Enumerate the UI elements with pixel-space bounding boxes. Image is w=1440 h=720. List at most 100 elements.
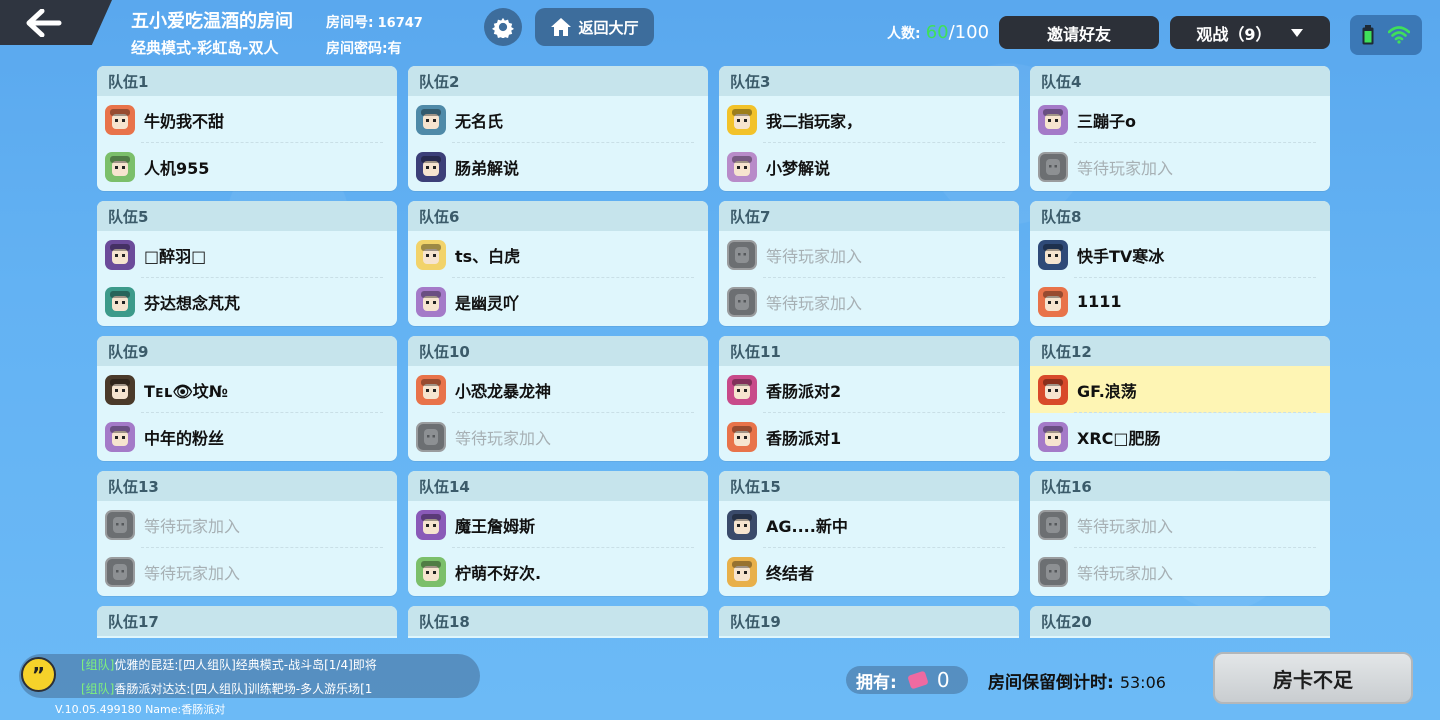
player-slot[interactable]: XRC□肥肠 bbox=[1030, 413, 1330, 460]
player-avatar bbox=[416, 374, 446, 405]
player-count-label: 人数: bbox=[887, 26, 921, 42]
player-name: 等待玩家加入 bbox=[144, 563, 241, 583]
player-name: 小梦解说 bbox=[766, 158, 831, 178]
team-label: 队伍4 bbox=[1030, 66, 1330, 96]
player-slot[interactable]: 快手TV寒冰 bbox=[1030, 231, 1330, 278]
chat-quote-icon[interactable]: ” bbox=[21, 657, 56, 692]
player-slot[interactable]: 终结者 bbox=[719, 548, 1019, 595]
player-slot[interactable]: 香肠派对1 bbox=[719, 413, 1019, 460]
empty-slot[interactable]: 等待玩家加入 bbox=[408, 413, 708, 460]
back-button[interactable] bbox=[0, 0, 112, 45]
team-label: 队伍17 bbox=[97, 606, 397, 636]
version-text: V.10.05.499180 Name:香肠派对 bbox=[55, 703, 226, 716]
chat-text: 香肠派对达达:[四人组队]训练靶场-多人游乐场[1 bbox=[114, 682, 373, 696]
invite-friends-button[interactable]: 邀请好友 bbox=[999, 16, 1159, 49]
player-name: 肠弟解说 bbox=[455, 158, 520, 178]
player-slot[interactable]: Tᴇʟ👁坟№ bbox=[97, 366, 397, 413]
player-name: 魔王詹姆斯 bbox=[455, 516, 536, 536]
empty-slot[interactable]: 等待玩家加入 bbox=[97, 501, 397, 548]
player-name: 三蹦子o bbox=[1077, 111, 1136, 131]
player-avatar bbox=[105, 421, 135, 452]
team-label: 队伍20 bbox=[1030, 606, 1330, 636]
team-label: 队伍11 bbox=[719, 336, 1019, 366]
player-count-max: /100 bbox=[948, 22, 990, 43]
empty-slot[interactable]: 等待玩家加入 bbox=[1030, 548, 1330, 595]
player-name: 芬达想念芃芃 bbox=[144, 293, 241, 313]
player-slot[interactable]: 柠萌不好次. bbox=[408, 548, 708, 595]
team-label: 队伍10 bbox=[408, 336, 708, 366]
own-count: 0 bbox=[936, 668, 950, 692]
team-label: 队伍8 bbox=[1030, 201, 1330, 231]
team-label: 队伍9 bbox=[97, 336, 397, 366]
ticket-icon bbox=[907, 670, 929, 690]
player-avatar bbox=[1038, 286, 1068, 317]
room-card-owned: 拥有: 0 bbox=[846, 666, 968, 694]
settings-button[interactable] bbox=[484, 8, 522, 46]
room-title: 五小爱吃温酒的房间 bbox=[131, 11, 293, 32]
player-avatar bbox=[1038, 421, 1068, 452]
player-slot[interactable]: 牛奶我不甜 bbox=[97, 96, 397, 143]
player-name: 等待玩家加入 bbox=[766, 246, 863, 266]
player-slot[interactable]: 肠弟解说 bbox=[408, 143, 708, 190]
room-password: 房间密码:有 bbox=[326, 41, 402, 57]
lobby-label: 返回大厅 bbox=[578, 18, 639, 37]
player-name: 快手TV寒冰 bbox=[1077, 246, 1165, 266]
team-grid: 队伍1 牛奶我不甜 人机955 队伍2 无名氏 肠弟解说 队伍3 我二指玩家， 小梦解说 队伍4 三… bbox=[0, 60, 1440, 638]
player-name: 等待玩家加入 bbox=[455, 428, 552, 448]
player-avatar bbox=[727, 374, 757, 405]
player-slot[interactable]: 魔王詹姆斯 bbox=[408, 501, 708, 548]
player-avatar bbox=[105, 286, 135, 317]
empty-avatar-icon bbox=[105, 509, 135, 540]
chat-message: [组队]优雅的昆廷:[四人组队]经典模式-战斗岛[1/4]即将 bbox=[81, 656, 476, 673]
player-avatar bbox=[727, 151, 757, 182]
back-arrow-icon bbox=[26, 8, 62, 37]
team-card: 队伍13 等待玩家加入 等待玩家加入 bbox=[97, 471, 397, 596]
empty-slot[interactable]: 等待玩家加入 bbox=[1030, 501, 1330, 548]
chat-message: [组队]香肠派对达达:[四人组队]训练靶场-多人游乐场[1 bbox=[81, 680, 476, 697]
team-label: 队伍6 bbox=[408, 201, 708, 231]
player-avatar bbox=[727, 104, 757, 135]
spectate-label: 观战（9） bbox=[1196, 24, 1272, 44]
insufficient-room-card-button[interactable]: 房卡不足 bbox=[1213, 652, 1413, 704]
player-name: 无名氏 bbox=[455, 111, 504, 131]
team-card: 队伍9 Tᴇʟ👁坟№ 中年的粉丝 bbox=[97, 336, 397, 461]
player-slot[interactable]: 我二指玩家， bbox=[719, 96, 1019, 143]
team-card: 队伍16 等待玩家加入 等待玩家加入 bbox=[1030, 471, 1330, 596]
player-name: 等待玩家加入 bbox=[1077, 563, 1174, 583]
empty-slot[interactable]: 等待玩家加入 bbox=[97, 548, 397, 595]
player-name: 人机955 bbox=[144, 158, 210, 178]
team-card: 队伍1 牛奶我不甜 人机955 bbox=[97, 66, 397, 191]
player-slot[interactable]: 小恐龙暴龙神 bbox=[408, 366, 708, 413]
player-slot[interactable]: 是幽灵吖 bbox=[408, 278, 708, 325]
empty-slot[interactable]: 等待玩家加入 bbox=[719, 231, 1019, 278]
player-slot[interactable]: 中年的粉丝 bbox=[97, 413, 397, 460]
player-slot[interactable]: 芬达想念芃芃 bbox=[97, 278, 397, 325]
player-slot[interactable]: 小梦解说 bbox=[719, 143, 1019, 190]
player-name: 我二指玩家， bbox=[766, 111, 863, 131]
player-slot[interactable]: 三蹦子o bbox=[1030, 96, 1330, 143]
player-slot[interactable]: 人机955 bbox=[97, 143, 397, 190]
player-avatar bbox=[727, 509, 757, 540]
player-avatar bbox=[416, 556, 446, 587]
empty-avatar-icon bbox=[416, 421, 446, 452]
empty-slot[interactable]: 等待玩家加入 bbox=[1030, 143, 1330, 190]
player-slot[interactable]: 香肠派对2 bbox=[719, 366, 1019, 413]
team-label: 队伍5 bbox=[97, 201, 397, 231]
player-slot[interactable]: ts、白虎 bbox=[408, 231, 708, 278]
dropdown-triangle-icon bbox=[1290, 28, 1303, 37]
player-slot[interactable]: AG....新中 bbox=[719, 501, 1019, 548]
player-slot[interactable]: GF.浪荡 bbox=[1030, 366, 1330, 413]
spectate-dropdown[interactable]: 观战（9） bbox=[1170, 16, 1330, 49]
player-slot[interactable]: 1111 bbox=[1030, 278, 1330, 325]
team-label: 队伍2 bbox=[408, 66, 708, 96]
player-slot[interactable]: □醉羽□ bbox=[97, 231, 397, 278]
countdown-time: 53:06 bbox=[1119, 673, 1166, 692]
player-slot[interactable]: 无名氏 bbox=[408, 96, 708, 143]
chat-tag: [组队] bbox=[81, 658, 115, 672]
room-number: 房间号: 16747 bbox=[326, 12, 423, 32]
player-name: 等待玩家加入 bbox=[766, 293, 863, 313]
empty-slot[interactable]: 等待玩家加入 bbox=[719, 278, 1019, 325]
chat-text: 优雅的昆廷:[四人组队]经典模式-战斗岛[1/4]即将 bbox=[114, 658, 377, 672]
player-name: ts、白虎 bbox=[455, 246, 521, 266]
back-to-lobby-button[interactable]: 返回大厅 bbox=[535, 8, 654, 46]
